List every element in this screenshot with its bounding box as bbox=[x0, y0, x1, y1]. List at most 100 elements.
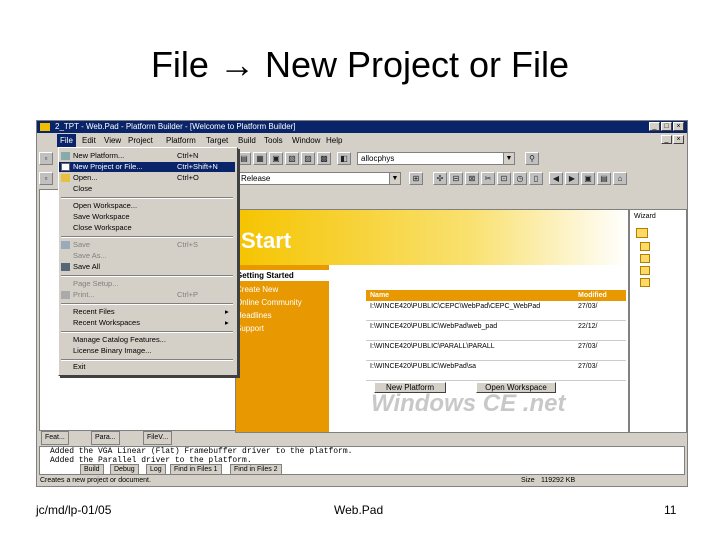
menu-build[interactable]: Build bbox=[235, 134, 259, 147]
window-titlebar: 2_TPT - Web.Pad - Platform Builder - [We… bbox=[37, 121, 687, 133]
submenu-arrow-icon: ▸ bbox=[225, 307, 229, 316]
menu-platform[interactable]: Platform bbox=[163, 134, 199, 147]
output-pane: Added the VGA Linear (Flat) Framebuffer … bbox=[39, 446, 685, 475]
table-row[interactable]: I:\WINCE420\PUBLIC\WebPad\sa 27/03/ bbox=[366, 362, 626, 381]
table-row[interactable]: I:\WINCE420\PUBLIC\WebPad\web_pad 22/12/ bbox=[366, 322, 626, 341]
menu-separator bbox=[61, 303, 233, 305]
workspace-tabs: Feat... Para... FileV... bbox=[39, 431, 687, 445]
find-combo[interactable]: allocphys ▼ bbox=[357, 152, 515, 165]
menu-help[interactable]: Help bbox=[323, 134, 345, 147]
toolbar-icon[interactable]: ▤ bbox=[597, 172, 611, 185]
toolbar-icon[interactable]: ▨ bbox=[301, 152, 315, 165]
toolbar-icon[interactable]: ▤ bbox=[237, 152, 251, 165]
toolbar-icon[interactable]: ▫ bbox=[39, 172, 53, 185]
menu-item-open-workspace[interactable]: Open Workspace... bbox=[59, 201, 235, 211]
menu-target[interactable]: Target bbox=[203, 134, 231, 147]
toolbar-icon[interactable]: ⊡ bbox=[497, 172, 511, 185]
mdi-minimize-icon[interactable]: _ bbox=[661, 135, 672, 144]
tab-find-in-files-1[interactable]: Find in Files 1 bbox=[170, 464, 222, 474]
folder-icon bbox=[636, 228, 648, 238]
footer-left: jc/md/lp-01/05 bbox=[36, 503, 112, 517]
menu-item-save-workspace[interactable]: Save Workspace bbox=[59, 212, 235, 222]
toolbar-icon[interactable]: ✣ bbox=[433, 172, 447, 185]
toolbar-icon[interactable]: ◷ bbox=[513, 172, 527, 185]
menu-item-new-project-or-file[interactable]: New Project or File... Ctrl+Shift+N bbox=[59, 162, 235, 172]
column-name: Name bbox=[370, 292, 390, 299]
folder-icon bbox=[640, 254, 650, 263]
nav-create-new[interactable]: Create New bbox=[236, 285, 278, 294]
chevron-down-icon[interactable]: ▼ bbox=[503, 153, 514, 164]
table-row[interactable]: I:\WINCE420\PUBLIC\PARALL\PARALL 27/03/ bbox=[366, 342, 626, 361]
platform-builder-window: 2_TPT - Web.Pad - Platform Builder - [We… bbox=[36, 120, 688, 487]
home-icon[interactable]: ⌂ bbox=[613, 172, 627, 185]
tab-debug[interactable]: Debug bbox=[110, 464, 139, 474]
new-platform-icon bbox=[61, 152, 70, 160]
toolbar-icon[interactable]: ⊞ bbox=[409, 172, 423, 185]
table-header: Name Modified bbox=[366, 290, 626, 301]
menu-item-recent-files[interactable]: Recent Files ▸ bbox=[59, 307, 235, 317]
find-icon[interactable]: ⚲ bbox=[525, 152, 539, 165]
back-icon[interactable]: ◀ bbox=[549, 172, 563, 185]
menu-view[interactable]: View bbox=[101, 134, 124, 147]
nav-online-community[interactable]: Online Community bbox=[236, 298, 302, 307]
configuration-combo[interactable]: Release ▼ bbox=[237, 172, 401, 185]
menu-item-open[interactable]: Open... Ctrl+O bbox=[59, 173, 235, 183]
toolbar-icon[interactable]: ▩ bbox=[317, 152, 331, 165]
menu-item-close-workspace[interactable]: Close Workspace bbox=[59, 223, 235, 233]
chevron-down-icon[interactable]: ▼ bbox=[389, 173, 400, 184]
tab-features[interactable]: Feat... bbox=[41, 431, 69, 445]
toolbar-icon[interactable]: ▣ bbox=[581, 172, 595, 185]
menu-project[interactable]: Project bbox=[125, 134, 156, 147]
nav-headlines[interactable]: Headlines bbox=[236, 311, 272, 320]
toolbar-icon[interactable]: ▧ bbox=[285, 152, 299, 165]
tab-build[interactable]: Build bbox=[80, 464, 104, 474]
toolbar-icon[interactable]: ◧ bbox=[337, 152, 351, 165]
nav-getting-started[interactable]: Getting Started bbox=[236, 270, 329, 281]
toolbar-icon[interactable]: ▦ bbox=[253, 152, 267, 165]
menu-item-save-all[interactable]: Save All bbox=[59, 262, 235, 272]
folder-icon bbox=[640, 266, 650, 275]
forward-icon[interactable]: ▶ bbox=[565, 172, 579, 185]
toolbar-icon[interactable]: ⊠ bbox=[465, 172, 479, 185]
tab-fileview[interactable]: FileV... bbox=[143, 431, 173, 445]
menu-file[interactable]: File bbox=[57, 134, 76, 147]
menu-edit[interactable]: Edit bbox=[79, 134, 99, 147]
maximize-icon[interactable]: □ bbox=[661, 122, 672, 131]
menu-item-print[interactable]: Print... Ctrl+P bbox=[59, 290, 235, 300]
folder-icon bbox=[640, 242, 650, 251]
tab-log[interactable]: Log bbox=[146, 464, 166, 474]
close-icon[interactable]: × bbox=[673, 122, 684, 131]
menu-item-save-as[interactable]: Save As... bbox=[59, 251, 235, 261]
toolbar-icon[interactable]: ▣ bbox=[269, 152, 283, 165]
menu-item-recent-workspaces[interactable]: Recent Workspaces ▸ bbox=[59, 318, 235, 328]
wizard-pane-title: Wizard bbox=[634, 213, 656, 220]
menu-item-manage-catalog[interactable]: Manage Catalog Features... bbox=[59, 335, 235, 345]
column-modified: Modified bbox=[578, 292, 607, 299]
tab-find-in-files-2[interactable]: Find in Files 2 bbox=[230, 464, 282, 474]
menu-bar: File Edit View Project Platform Target B… bbox=[37, 134, 687, 147]
minimize-icon[interactable]: _ bbox=[649, 122, 660, 131]
menu-tools[interactable]: Tools bbox=[261, 134, 286, 147]
menu-item-exit[interactable]: Exit bbox=[59, 362, 235, 372]
app-icon bbox=[40, 123, 50, 131]
toolbar-icon[interactable]: ✂ bbox=[481, 172, 495, 185]
submenu-arrow-icon: ▸ bbox=[225, 318, 229, 327]
toolbar-icon[interactable]: ▫ bbox=[39, 152, 53, 165]
print-icon bbox=[61, 291, 70, 299]
nav-support[interactable]: Support bbox=[236, 324, 264, 333]
menu-item-new-platform[interactable]: New Platform... Ctrl+N bbox=[59, 151, 235, 161]
menu-separator bbox=[61, 236, 233, 238]
tab-parameters[interactable]: Para... bbox=[91, 431, 120, 445]
menu-item-page-setup[interactable]: Page Setup... bbox=[59, 279, 235, 289]
toolbar-icon[interactable]: ⊟ bbox=[449, 172, 463, 185]
start-heading: Start bbox=[241, 228, 292, 253]
table-row[interactable]: I:\WINCE420\PUBLIC\CEPC\WebPad\CEPC_WebP… bbox=[366, 302, 626, 321]
windows-ce-logo: Windows CE .net bbox=[371, 390, 566, 417]
menu-item-license-binary[interactable]: License Binary Image... bbox=[59, 346, 235, 356]
row-name: I:\WINCE420\PUBLIC\CEPC\WebPad\CEPC_WebP… bbox=[370, 303, 541, 310]
mdi-close-icon[interactable]: × bbox=[673, 135, 684, 144]
toolbar-icon[interactable]: ▯ bbox=[529, 172, 543, 185]
menu-item-save[interactable]: Save Ctrl+S bbox=[59, 240, 235, 250]
menu-item-close[interactable]: Close bbox=[59, 184, 235, 194]
menu-window[interactable]: Window bbox=[289, 134, 323, 147]
